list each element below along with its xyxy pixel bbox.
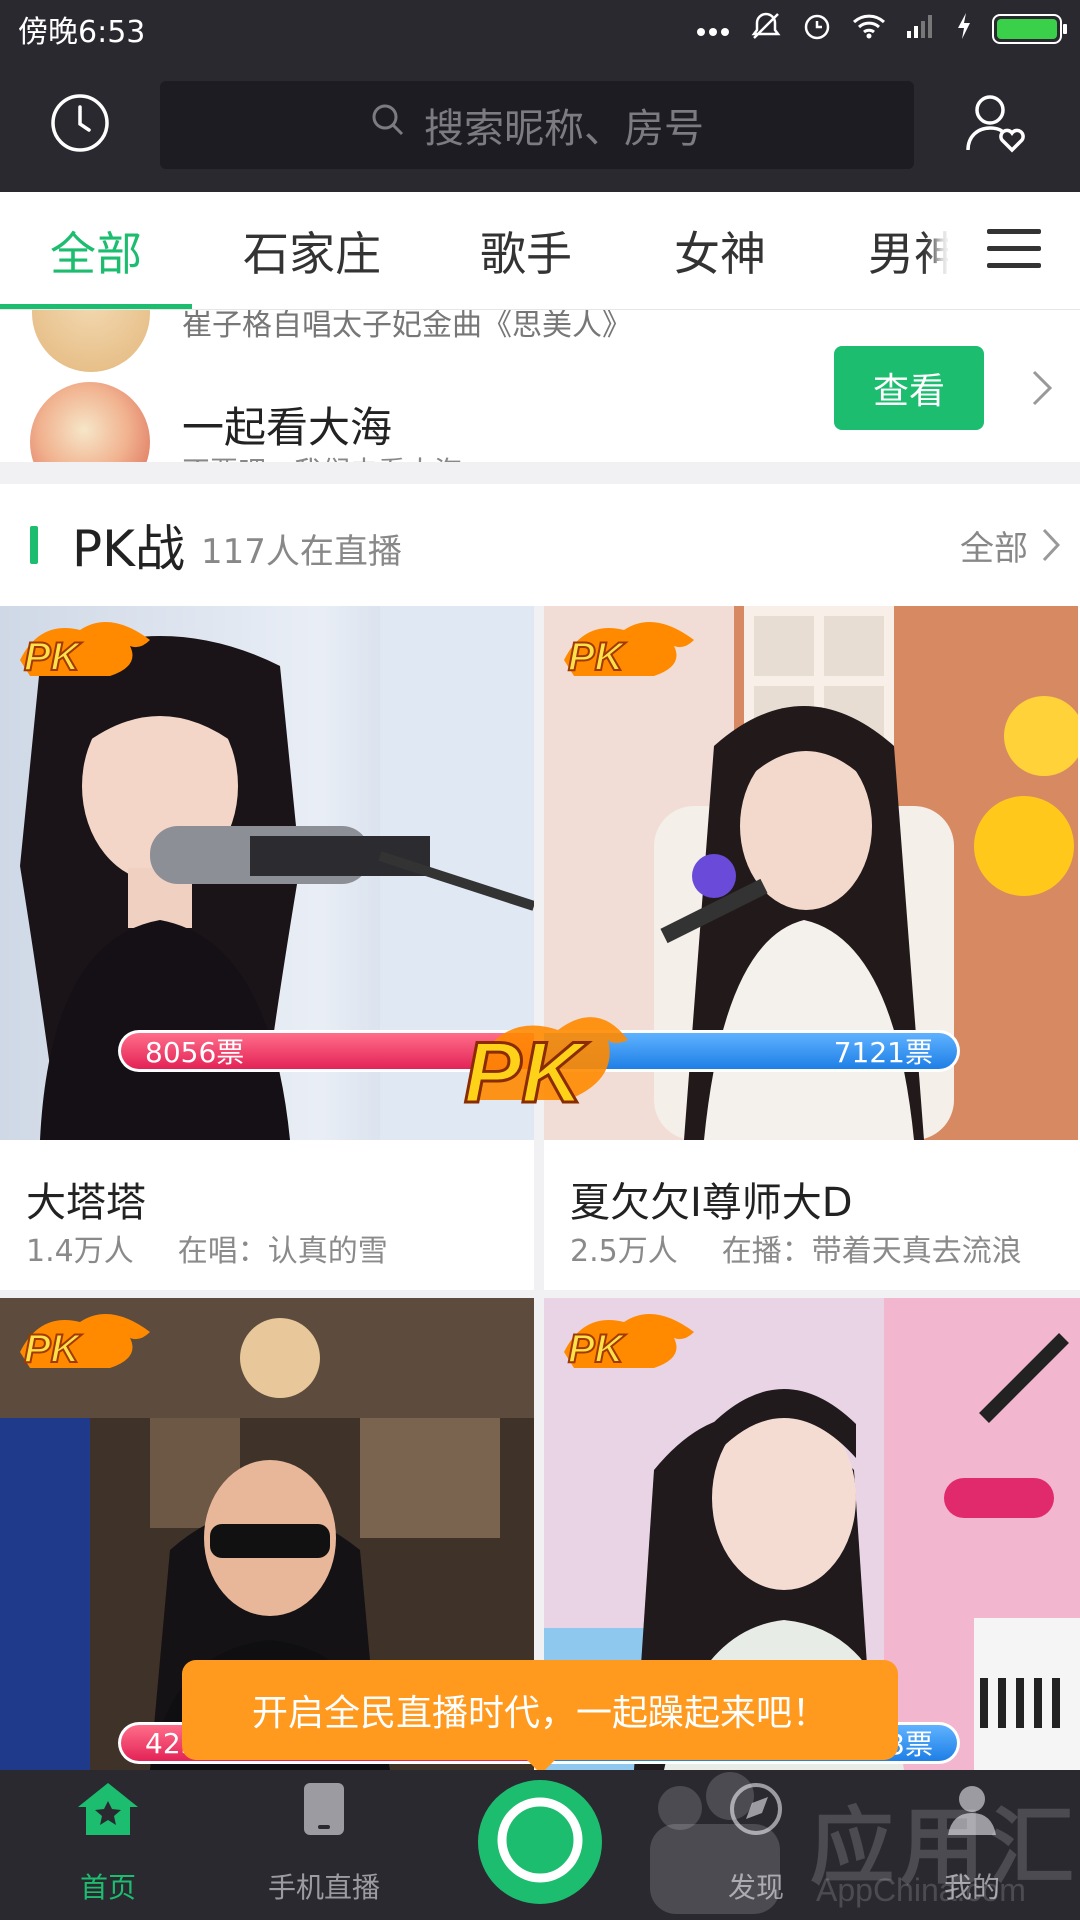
tab-all[interactable]: 全部	[0, 192, 192, 309]
search-input[interactable]: 搜索昵称、房号	[160, 81, 914, 169]
svg-text:PK: PK	[568, 1327, 627, 1371]
stream-meta: 1.4万人 在唱：认真的雪	[26, 1226, 388, 1270]
follow-user-icon	[964, 90, 1030, 160]
nav-home-label: 首页	[79, 1871, 136, 1904]
section-title: PK战	[72, 520, 185, 578]
camera-circle-icon	[492, 1792, 588, 1892]
recommendation-subtitle: 崔子格自唱太子妃金曲《思美人》	[182, 310, 632, 343]
status-icons	[696, 10, 1067, 49]
nav-mobile-live[interactable]: 手机直播	[216, 1770, 432, 1920]
now-playing: 在播：带着天真去流浪	[721, 1234, 1022, 1269]
recommendation-title[interactable]: 一起看大海	[182, 394, 392, 455]
streamer-name: 夏欠欠I尊师大D	[570, 1180, 853, 1226]
stream-meta: 2.5万人 在播：带着天真去流浪	[570, 1226, 1022, 1270]
home-icon	[76, 1781, 140, 1844]
phone-icon	[302, 1781, 346, 1844]
viewer-count: 2.5万人	[570, 1234, 678, 1269]
avatar[interactable]	[30, 382, 150, 462]
avatar[interactable]	[32, 310, 150, 372]
recommendation-subtitle: 不要吧，我们去看大海	[182, 450, 462, 462]
tab-menu-button[interactable]	[948, 192, 1080, 309]
view-button[interactable]: 查看	[834, 346, 984, 430]
history-clock-icon	[49, 92, 111, 158]
nav-home[interactable]: 首页	[0, 1770, 216, 1920]
discover-icon	[728, 1781, 784, 1844]
stream-grid: PK 8056票 大塔塔 1.4万人 在唱：认真的雪 PK 7121票 夏欠欠I…	[0, 606, 1080, 1770]
svg-text:PK: PK	[568, 635, 627, 679]
section-divider	[0, 462, 1080, 484]
nav-mobile-live-label: 手机直播	[267, 1871, 380, 1904]
grid-divider	[534, 606, 544, 1770]
stream-card[interactable]: PK 7121票 夏欠欠I尊师大D 2.5万人 在播：带着天真去流浪	[544, 606, 1078, 1290]
svg-text:PK: PK	[24, 1327, 83, 1371]
viewer-count: 1.4万人	[26, 1234, 134, 1269]
mute-icon	[750, 10, 782, 49]
streamer-name: 大塔塔	[26, 1180, 146, 1226]
nav-discover[interactable]: 发现	[648, 1770, 864, 1920]
nav-profile[interactable]: 我的	[864, 1770, 1080, 1920]
nav-discover-label: 发现	[727, 1871, 784, 1904]
status-bar: 傍晚6:53	[0, 0, 1080, 58]
follow-button[interactable]	[914, 58, 1080, 192]
now-playing: 在唱：认真的雪	[177, 1234, 388, 1269]
history-button[interactable]	[0, 58, 160, 192]
chevron-right-icon	[1042, 528, 1060, 562]
nav-profile-label: 我的	[943, 1871, 1000, 1904]
stream-card[interactable]: PK 8056票 大塔塔 1.4万人 在唱：认真的雪	[0, 606, 534, 1290]
pk-versus-emblem: PK	[448, 1010, 638, 1123]
live-count: 117人在直播	[200, 531, 402, 572]
status-time: 傍晚6:53	[18, 15, 146, 50]
more-dots-icon	[696, 14, 730, 44]
menu-icon	[987, 227, 1041, 275]
tab-singer[interactable]: 歌手	[430, 192, 622, 309]
profile-icon	[944, 1781, 1000, 1844]
tab-shijiazhuang[interactable]: 石家庄	[212, 192, 412, 309]
svg-text:PK: PK	[464, 1025, 589, 1120]
search-icon	[370, 102, 406, 148]
pk-badge: PK	[554, 620, 704, 686]
alarm-icon	[802, 11, 832, 48]
grid-divider	[0, 1290, 1080, 1298]
category-tabs: 全部 石家庄 歌手 女神 男神	[0, 192, 1080, 310]
pk-badge: PK	[10, 1312, 160, 1378]
promo-toast[interactable]: 开启全民直播时代，一起躁起来吧！	[182, 1660, 898, 1760]
pk-badge: PK	[554, 1312, 704, 1378]
stream-info: 夏欠欠I尊师大D 2.5万人 在播：带着天真去流浪	[544, 1140, 1078, 1290]
pk-section-header: PK战 117人在直播 全部	[0, 484, 1080, 606]
wifi-icon	[852, 13, 886, 46]
start-live-button[interactable]	[478, 1780, 602, 1904]
search-placeholder: 搜索昵称、房号	[424, 106, 704, 152]
stream-info: 大塔塔 1.4万人 在唱：认真的雪	[0, 1140, 534, 1290]
recommendation-strip: 崔子格自唱太子妃金曲《思美人》 一起看大海 不要吧，我们去看大海 查看	[0, 310, 1080, 462]
pk-badge: PK	[10, 620, 160, 686]
chevron-right-icon[interactable]	[1024, 366, 1060, 410]
tab-goddess[interactable]: 女神	[624, 192, 816, 309]
top-header: 搜索昵称、房号	[0, 58, 1080, 192]
svg-text:PK: PK	[24, 635, 83, 679]
see-all-link[interactable]: 全部	[960, 521, 1060, 570]
see-all-label: 全部	[960, 528, 1028, 569]
charging-icon	[956, 12, 972, 47]
signal-icon	[906, 13, 936, 46]
section-accent-bar	[30, 526, 38, 564]
battery-icon	[992, 14, 1067, 44]
